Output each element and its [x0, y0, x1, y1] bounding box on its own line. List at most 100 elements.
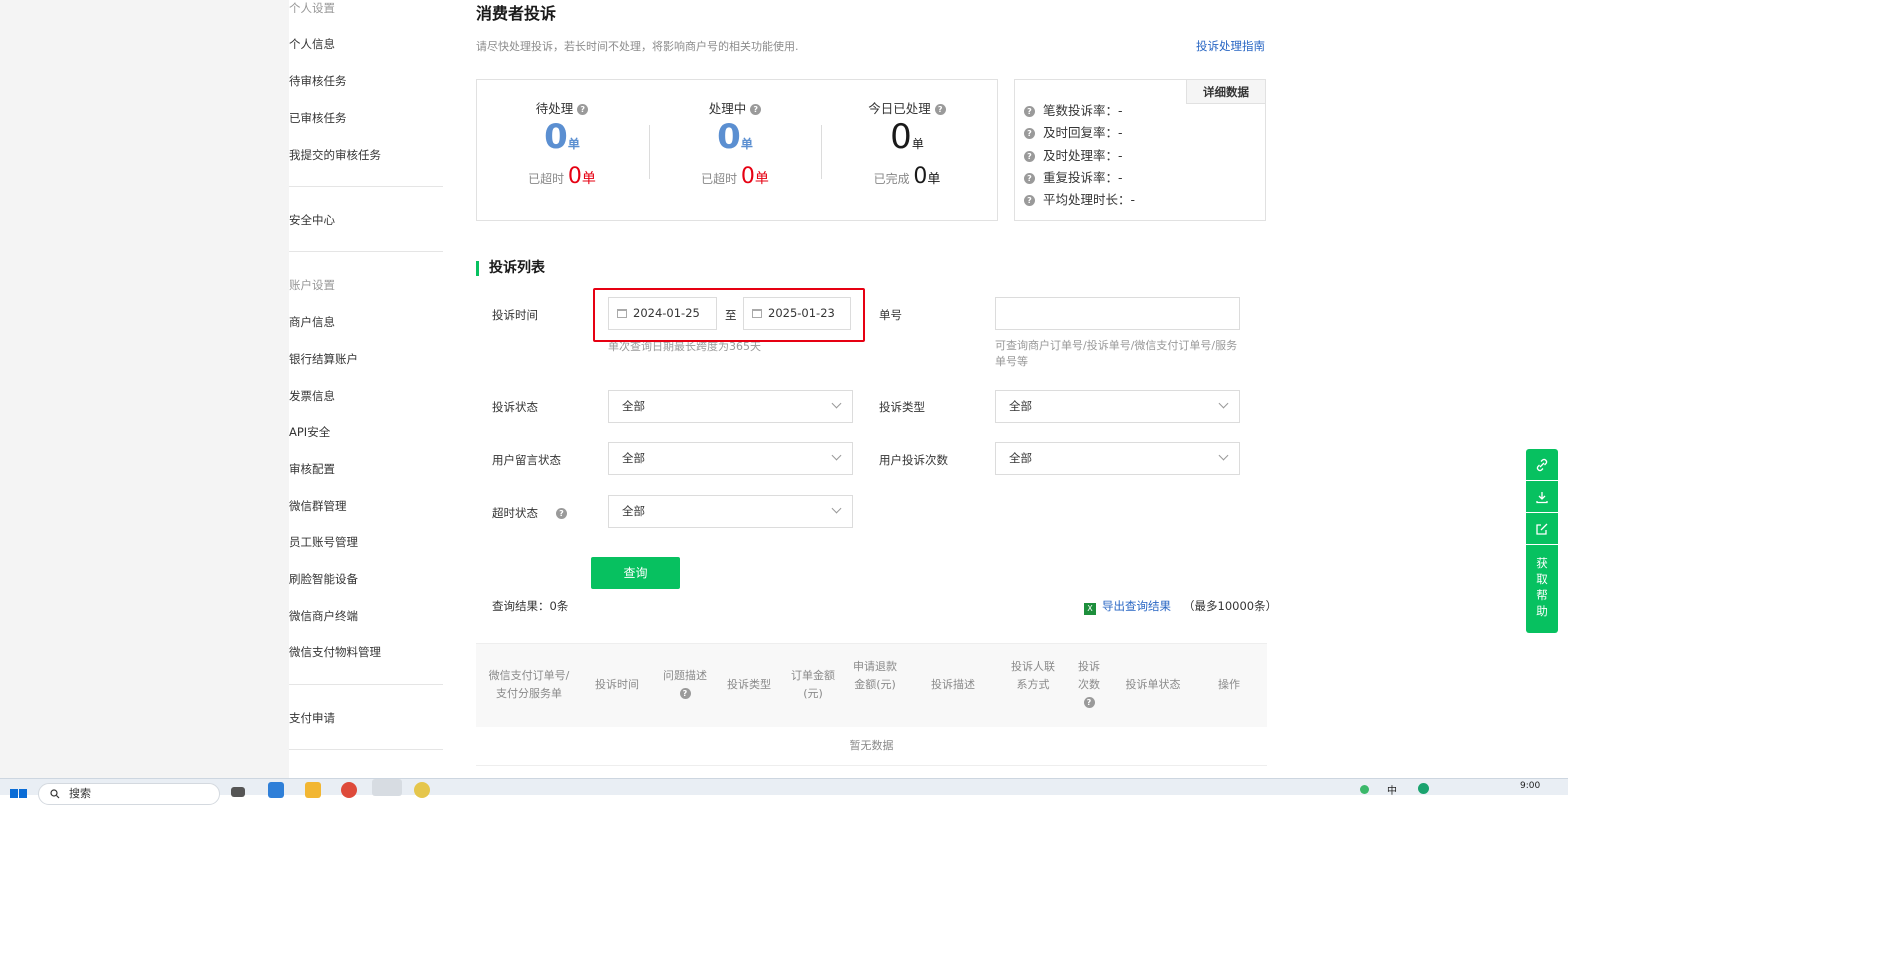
windows-start-icon[interactable]	[10, 783, 28, 801]
folder-icon[interactable]	[305, 782, 321, 798]
sidebar-item-pending-review[interactable]: 待审核任务	[289, 73, 347, 89]
sidebar-divider	[289, 186, 443, 187]
section-title: 投诉列表	[476, 261, 545, 276]
sidebar-group-personal: 个人设置	[289, 1, 335, 15]
link-button[interactable]	[1526, 449, 1558, 481]
highlight-box	[593, 288, 865, 342]
page-title: 消费者投诉	[476, 4, 557, 23]
sidebar-item-staff-accounts[interactable]: 员工账号管理	[289, 534, 358, 550]
sidebar-divider	[289, 684, 443, 685]
complaint-count-label: 用户投诉次数	[879, 453, 948, 467]
col-refund: 申请退款金额(元)	[853, 660, 897, 691]
message-status-select[interactable]: 全部	[608, 442, 853, 475]
help-icon[interactable]: ?	[1024, 173, 1035, 184]
col-problem: 问题描述?	[663, 669, 707, 699]
stat-today-done: 今日已处理? 0单 已完成 0单	[827, 98, 987, 189]
sidebar-item-payment-apply[interactable]: 支付申请	[289, 710, 335, 726]
sidebar-item-wechat-group[interactable]: 微信群管理	[289, 498, 347, 514]
stat-pending-label: 待处理	[535, 101, 574, 116]
chevron-down-icon	[831, 503, 842, 514]
chevron-down-icon	[1218, 398, 1229, 409]
sidebar-item-terminal[interactable]: 微信商户终端	[289, 608, 358, 624]
order-no-hint: 可查询商户订单号/投诉单号/微信支付订单号/服务单号等	[995, 339, 1238, 368]
chrome-icon[interactable]	[341, 782, 357, 798]
help-button[interactable]: 获取帮助	[1526, 545, 1558, 633]
sidebar-item-security[interactable]: 安全中心	[289, 212, 335, 228]
help-icon[interactable]: ?	[934, 104, 946, 115]
complaint-count-select[interactable]: 全部	[995, 442, 1240, 475]
help-icon[interactable]: ?	[1024, 195, 1035, 206]
rate-handle: ? 及时处理率：-	[1024, 145, 1123, 164]
vscode-icon[interactable]	[268, 782, 284, 798]
result-count: 查询结果：0条	[492, 599, 569, 613]
rate-avg-time: ? 平均处理时长：-	[1024, 189, 1135, 208]
help-icon[interactable]: ?	[556, 508, 567, 519]
sidebar-item-api-security[interactable]: API安全	[289, 424, 330, 440]
download-button[interactable]	[1526, 481, 1558, 513]
export-link[interactable]: X 导出查询结果	[1084, 598, 1171, 615]
taskbar-search[interactable]: 搜索	[38, 783, 220, 805]
help-icon[interactable]: ?	[1024, 151, 1035, 162]
help-icon[interactable]: ?	[750, 104, 762, 115]
help-icon[interactable]: ?	[1024, 106, 1035, 117]
float-toolbar: 获取帮助	[1526, 449, 1558, 633]
sidebar-item-materials[interactable]: 微信支付物料管理	[289, 644, 381, 660]
help-icon[interactable]: ?	[577, 104, 589, 115]
help-icon[interactable]: ?	[1024, 128, 1035, 139]
sidebar-item-my-submitted[interactable]: 我提交的审核任务	[289, 147, 381, 163]
sidebar-divider	[289, 251, 443, 252]
help-icon[interactable]: ?	[679, 688, 691, 699]
rate-reply: ? 及时回复率：-	[1024, 122, 1123, 141]
export-note: （最多10000条）	[1183, 599, 1278, 613]
message-status-label: 用户留言状态	[492, 453, 561, 467]
clock[interactable]: 9:00	[1520, 781, 1540, 791]
table-bottom-line	[476, 765, 1267, 766]
stat-processing: 处理中? 0单 已超时 0单	[701, 101, 769, 189]
stat-divider	[821, 125, 822, 179]
detail-data-button[interactable]: 详细数据	[1186, 80, 1265, 104]
tray-app-icon[interactable]	[1418, 783, 1429, 794]
stat-pending-value: 0	[544, 117, 568, 157]
timeout-status-select[interactable]: 全部	[608, 495, 853, 528]
stat-today-completed: 0	[913, 164, 928, 189]
taskbar: 搜索 中 9:00	[0, 778, 1568, 805]
tray-status-icon[interactable]	[1360, 785, 1369, 794]
col-description: 投诉描述	[931, 678, 975, 691]
search-icon	[50, 789, 60, 799]
sidebar-item-personal-info[interactable]: 个人信息	[289, 36, 335, 52]
type-label: 投诉类型	[879, 400, 925, 414]
edit-button[interactable]	[1526, 513, 1558, 545]
col-order-no: 微信支付订单号/支付分服务单	[488, 669, 570, 700]
excel-icon: X	[1084, 603, 1096, 615]
sidebar-item-face-device[interactable]: 刷脸智能设备	[289, 571, 358, 587]
stat-processing-label: 处理中	[708, 101, 747, 116]
sidebar-divider	[289, 749, 443, 750]
col-time: 投诉时间	[595, 678, 639, 691]
stat-processing-timeout: 0	[740, 164, 755, 189]
page-description: 请尽快处理投诉，若长时间不处理，将影响商户号的相关功能使用.	[476, 40, 799, 53]
sidebar-item-bank-account[interactable]: 银行结算账户	[289, 351, 358, 367]
col-action: 操作	[1218, 678, 1240, 691]
stat-divider	[649, 125, 650, 179]
guide-link[interactable]: 投诉处理指南	[1196, 38, 1265, 54]
ime-indicator[interactable]: 中	[1387, 782, 1397, 797]
wechat-icon[interactable]	[372, 779, 402, 796]
sidebar-item-invoice[interactable]: 发票信息	[289, 388, 335, 404]
chevron-down-icon	[1218, 450, 1229, 461]
empty-state: 暂无数据	[849, 739, 894, 752]
app-icon[interactable]	[414, 782, 430, 798]
type-select[interactable]: 全部	[995, 390, 1240, 423]
order-no-input[interactable]	[995, 297, 1240, 330]
query-button[interactable]: 查询	[591, 557, 680, 589]
help-icon[interactable]: ?	[1083, 697, 1095, 708]
sidebar-item-merchant-info[interactable]: 商户信息	[289, 314, 335, 330]
sidebar-item-review-config[interactable]: 审核配置	[289, 461, 335, 477]
stat-pending-timeout: 0	[567, 164, 582, 189]
task-view-icon[interactable]	[231, 787, 245, 797]
complaint-time-label: 投诉时间	[492, 308, 538, 322]
timeout-status-label: 超时状态?	[492, 505, 567, 521]
page: 个人设置 个人信息 待审核任务 已审核任务 我提交的审核任务 安全中心 账户设置…	[0, 0, 1568, 805]
sidebar-item-reviewed[interactable]: 已审核任务	[289, 110, 347, 126]
status-select[interactable]: 全部	[608, 390, 853, 423]
col-type: 投诉类型	[727, 678, 771, 691]
